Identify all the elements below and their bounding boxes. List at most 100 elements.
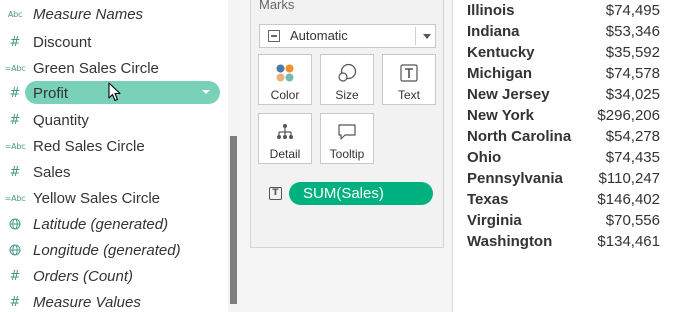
table-row[interactable]: New Jersey $34,025 (453, 85, 688, 106)
calc-abc-icon: =Abc (4, 193, 26, 203)
size-button[interactable]: Size (320, 54, 374, 105)
table-row[interactable]: New York $296,206 (453, 106, 688, 127)
text-shelf-row: T SUM(Sales) (259, 181, 439, 207)
marks-title: Marks (259, 0, 295, 12)
state-cell: Ohio (467, 149, 502, 166)
field-orders-count[interactable]: # Orders (Count) (0, 263, 226, 289)
dropdown-separator (415, 27, 416, 45)
table-row[interactable]: Illinois $74,495 (453, 1, 688, 22)
table-row[interactable]: Virginia $70,556 (453, 211, 688, 232)
sales-cell: $70,556 (605, 212, 660, 229)
mark-type-dropdown[interactable]: Automatic (259, 24, 436, 48)
color-label: Color (270, 88, 300, 102)
hash-icon: # (9, 268, 21, 284)
state-cell: Indiana (467, 23, 520, 40)
field-discount[interactable]: # Discount (0, 29, 226, 55)
field-green-sales-circle[interactable]: =Abc Green Sales Circle (0, 55, 226, 81)
field-sales[interactable]: # Sales (0, 159, 226, 185)
hash-icon: # (9, 112, 21, 128)
sales-cell: $34,025 (605, 86, 660, 103)
sales-cell: $74,578 (605, 65, 660, 82)
mouse-pointer-icon (108, 82, 122, 107)
hash-icon: # (9, 85, 21, 101)
tooltip-icon (321, 122, 373, 142)
field-label: Discount (33, 33, 92, 51)
field-quantity[interactable]: # Quantity (0, 107, 226, 133)
text-table: Illinois $74,495 Indiana $53,346 Kentuck… (453, 0, 688, 312)
hash-icon: # (9, 164, 21, 180)
table-row[interactable]: Washington $134,461 (453, 232, 688, 253)
color-button[interactable]: Color (258, 54, 312, 105)
text-label: Text (397, 88, 420, 102)
state-cell: Pennsylvania (467, 170, 563, 187)
tooltip-button[interactable]: Tooltip (320, 113, 374, 164)
size-icon (321, 63, 373, 83)
calc-abc-icon: =Abc (4, 63, 26, 73)
state-cell: New York (467, 107, 534, 124)
field-longitude[interactable]: Longitude (generated) (0, 237, 226, 263)
table-row[interactable]: Michigan $74,578 (453, 64, 688, 85)
globe-icon (3, 244, 27, 256)
sales-cell: $74,435 (605, 149, 660, 166)
table-row[interactable]: Kentucky $35,592 (453, 43, 688, 64)
chevron-down-icon[interactable] (202, 90, 210, 94)
field-label: Quantity (33, 111, 89, 129)
field-latitude[interactable]: Latitude (generated) (0, 211, 226, 237)
calc-abc-icon: =Abc (4, 141, 26, 151)
table-row[interactable]: Pennsylvania $110,247 (453, 169, 688, 190)
field-measure-names[interactable]: Abc Measure Names (0, 1, 226, 27)
tooltip-label: Tooltip (329, 147, 365, 161)
marks-card: Marks Automatic Color Size Text Detail T… (250, 0, 444, 248)
shelves-area: Marks Automatic Color Size Text Detail T… (240, 0, 452, 312)
automatic-mark-icon (268, 30, 280, 42)
sales-cell: $134,461 (597, 233, 660, 250)
field-measure-values[interactable]: # Measure Values (0, 289, 226, 312)
table-row[interactable]: Texas $146,402 (453, 190, 688, 211)
detail-icon (259, 122, 311, 142)
sales-cell: $296,206 (597, 107, 660, 124)
state-cell: North Carolina (467, 128, 572, 145)
field-label: Yellow Sales Circle (33, 189, 161, 207)
field-yellow-sales-circle[interactable]: =Abc Yellow Sales Circle (0, 185, 226, 211)
field-label: Green Sales Circle (33, 59, 159, 77)
sales-cell: $146,402 (597, 191, 660, 208)
abc-icon: Abc (7, 9, 23, 19)
mark-type-label: Automatic (290, 28, 348, 43)
data-pane: Abc Measure Names # Discount =Abc Green … (0, 0, 240, 312)
field-label: Profit (33, 84, 69, 102)
field-label: Measure Values (33, 293, 141, 311)
field-red-sales-circle[interactable]: =Abc Red Sales Circle (0, 133, 226, 159)
detail-label: Detail (269, 147, 301, 161)
color-icon (259, 63, 311, 83)
size-label: Size (335, 88, 359, 102)
sales-cell: $53,346 (605, 23, 660, 40)
state-cell: Washington (467, 233, 553, 250)
sales-cell: $54,278 (605, 128, 660, 145)
table-row[interactable]: Indiana $53,346 (453, 22, 688, 43)
table-row[interactable]: Ohio $74,435 (453, 148, 688, 169)
detail-button[interactable]: Detail (258, 113, 312, 164)
data-pane-scrollbar[interactable] (228, 0, 240, 312)
state-cell: Kentucky (467, 44, 535, 61)
state-cell: Virginia (467, 212, 522, 229)
state-cell: Texas (467, 191, 509, 208)
chevron-down-icon[interactable] (423, 34, 431, 39)
state-cell: New Jersey (467, 86, 550, 103)
table-row[interactable]: North Carolina $54,278 (453, 127, 688, 148)
field-label: Longitude (generated) (33, 241, 181, 259)
scrollbar-thumb[interactable] (230, 136, 237, 304)
sales-cell: $74,495 (605, 2, 660, 19)
field-label: Sales (33, 163, 71, 181)
hash-icon: # (9, 34, 21, 50)
hash-icon: # (9, 294, 21, 310)
sales-cell: $110,247 (598, 170, 660, 187)
field-label: Orders (Count) (33, 267, 134, 285)
text-button[interactable]: Text (382, 54, 436, 105)
text-icon: T (269, 187, 282, 200)
sales-cell: $35,592 (605, 44, 660, 61)
globe-icon (3, 218, 27, 230)
field-label: Red Sales Circle (33, 137, 145, 155)
sum-sales-pill[interactable]: SUM(Sales) (289, 182, 433, 205)
text-icon (383, 63, 435, 83)
state-cell: Michigan (467, 65, 533, 82)
